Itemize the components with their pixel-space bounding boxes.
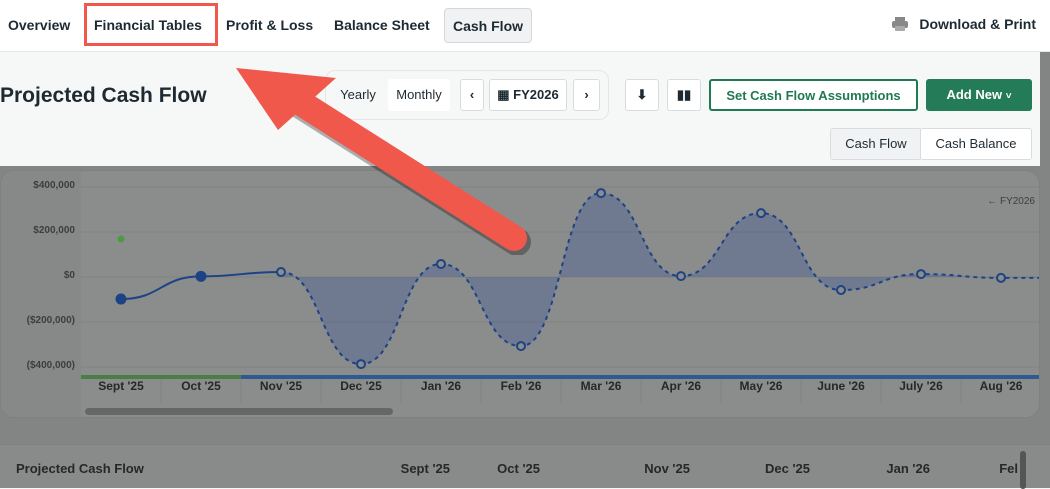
add-new-label: Add New	[946, 87, 1003, 102]
data-point	[756, 208, 766, 219]
y-axis-bg	[1, 171, 81, 417]
fy-annotation: ← FY2026	[987, 196, 1035, 207]
x-tick-label: Jan '26	[420, 379, 462, 393]
y-tick-label: $0	[63, 270, 75, 281]
projected-area	[281, 193, 1039, 365]
toggle-cash-flow[interactable]: Cash Flow	[830, 128, 922, 160]
x-tick-label: Aug '26	[979, 379, 1023, 393]
yearly-button[interactable]: Yearly	[334, 79, 382, 111]
table-column-header: Oct '25	[497, 461, 540, 476]
calendar-icon: ▦	[497, 87, 514, 102]
table-column-header: Dec '25	[764, 461, 810, 476]
x-tick-label: July '26	[899, 379, 943, 393]
page-title: Projected Cash Flow	[0, 84, 207, 107]
data-point	[836, 285, 846, 296]
data-point	[356, 359, 366, 370]
prev-period-button[interactable]: ‹	[460, 79, 484, 111]
x-tick-label: June '26	[817, 379, 865, 393]
x-tick-label: Sept '25	[98, 379, 144, 393]
add-new-button[interactable]: Add New ˅	[926, 79, 1032, 111]
table-title: Projected Cash Flow	[16, 461, 144, 476]
period-select[interactable]: ▦ FY2026	[489, 79, 567, 111]
x-tick-label: Mar '26	[580, 379, 622, 393]
chart-view-button[interactable]: ▮▮	[667, 79, 701, 111]
table-column-header: Jan '26	[886, 461, 930, 476]
table-column-header: Nov '25	[644, 461, 690, 476]
tab-profit-loss[interactable]: Profit & Loss	[218, 8, 321, 43]
y-tick-label: $200,000	[33, 225, 75, 236]
bar-chart-icon: ▮▮	[676, 87, 692, 102]
cash-flow-chart: $400,000 $200,000 $0 ($200,000) ($400,000) Se…	[0, 170, 1040, 418]
printer-icon	[892, 17, 909, 31]
set-assumptions-button[interactable]: Set Cash Flow Assumptions	[709, 79, 918, 111]
horizontal-scrollbar[interactable]	[85, 408, 393, 415]
download-print-button[interactable]: Download & Print	[891, 16, 1036, 32]
tab-cash-flow[interactable]: Cash Flow	[444, 8, 533, 43]
data-point	[596, 188, 606, 199]
monthly-button[interactable]: Monthly	[388, 79, 450, 111]
table-column-header: Sept '25	[400, 461, 450, 476]
file-download-icon: ⬇	[636, 87, 648, 102]
y-tick-label: ($200,000)	[26, 315, 75, 326]
x-tick-label: Nov '25	[259, 379, 303, 393]
download-label: Download & Print	[919, 16, 1036, 32]
next-period-button[interactable]: ›	[573, 79, 600, 111]
tab-overview[interactable]: Overview	[0, 8, 78, 43]
x-tick-label: Apr '26	[660, 379, 702, 393]
export-file-button[interactable]: ⬇	[625, 79, 659, 111]
chevron-down-icon: ˅	[1005, 91, 1012, 102]
x-tick-label: Feb '26	[500, 379, 542, 393]
cash-flow-table: Projected Cash Flow Sept '25 Oct '25 Nov '…	[0, 444, 1050, 489]
highlight-box	[84, 3, 218, 46]
actual-marker-point	[117, 235, 125, 243]
x-tick-label: Dec '25	[340, 379, 382, 393]
x-tick-label: May '26	[739, 379, 783, 393]
data-point	[676, 271, 686, 282]
data-point	[276, 267, 286, 278]
data-point	[195, 270, 207, 282]
y-tick-label: $400,000	[33, 180, 75, 191]
table-column-header: Fel	[999, 461, 1018, 476]
y-tick-label: ($400,000)	[26, 360, 75, 371]
vertical-scrollbar[interactable]	[1020, 451, 1026, 489]
toggle-cash-balance[interactable]: Cash Balance	[920, 128, 1032, 160]
period-label: FY2026	[513, 87, 559, 102]
data-point	[436, 258, 446, 269]
data-point	[996, 272, 1006, 283]
x-tick-label: Oct '25	[181, 379, 221, 393]
data-point	[115, 293, 127, 305]
data-point	[916, 269, 926, 280]
tab-balance-sheet[interactable]: Balance Sheet	[326, 8, 438, 43]
data-point	[516, 341, 526, 352]
